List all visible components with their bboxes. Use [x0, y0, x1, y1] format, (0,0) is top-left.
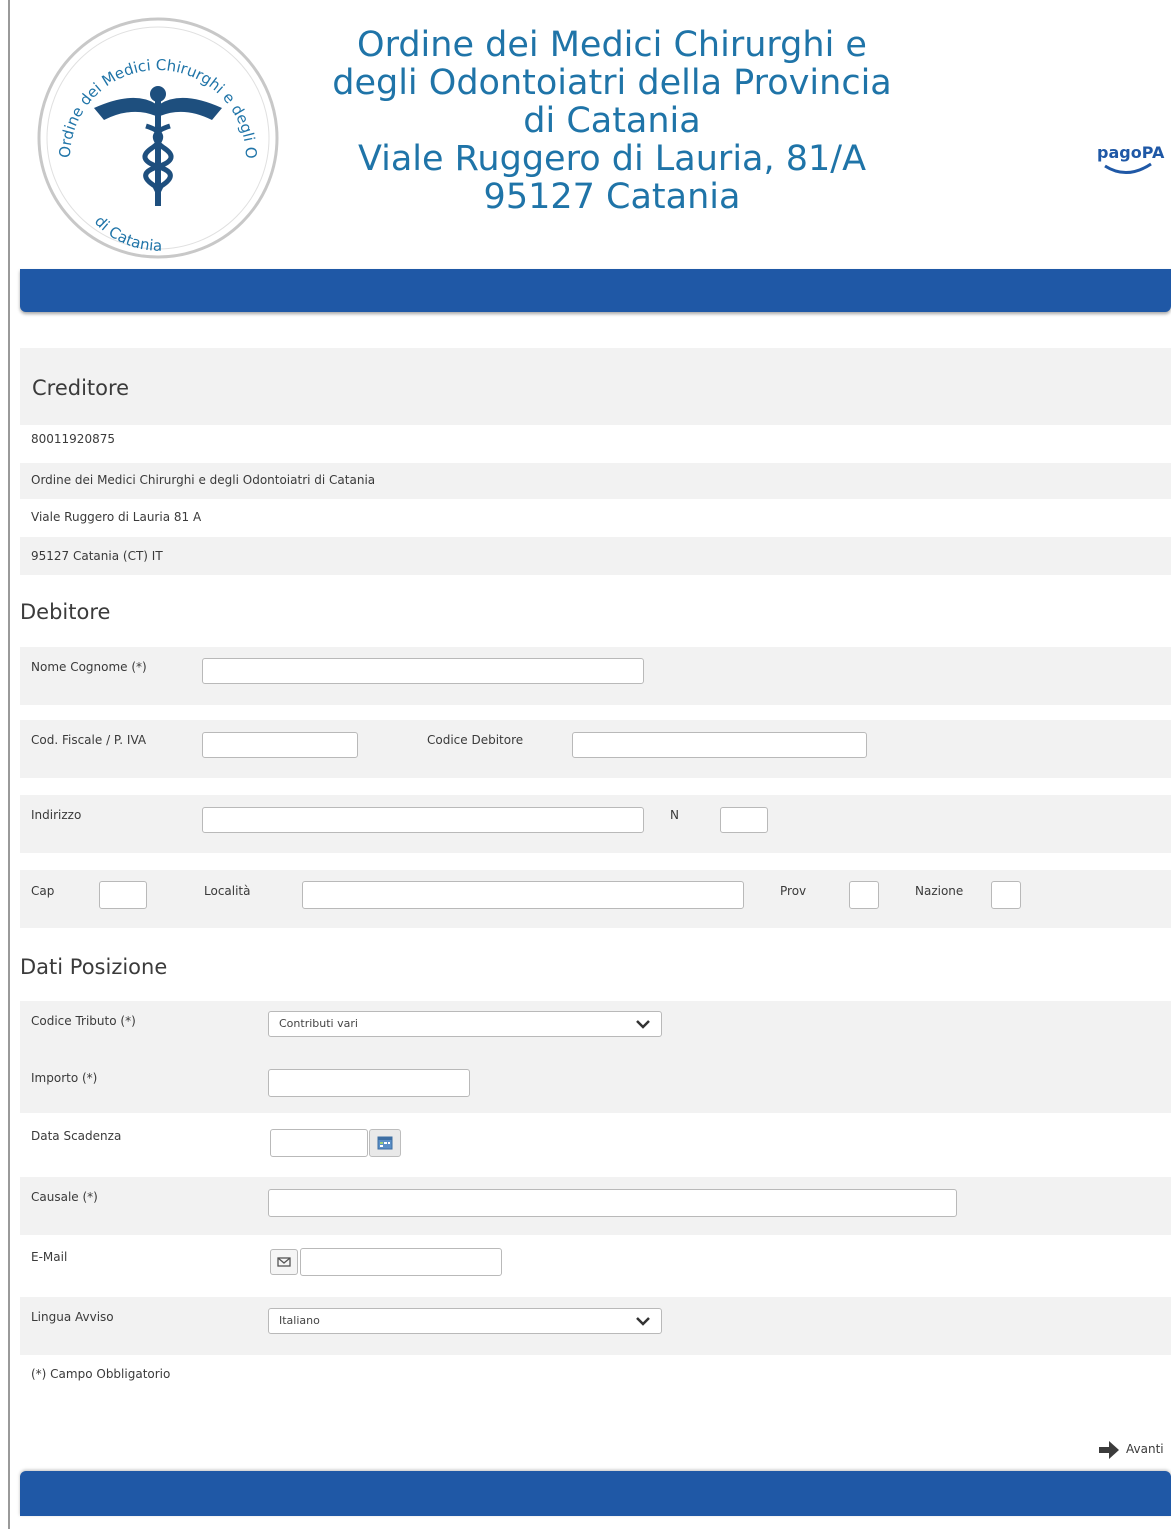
- calendar-button[interactable]: [369, 1129, 401, 1157]
- prov-label: Prov: [780, 884, 807, 898]
- chevron-down-icon: [636, 1317, 650, 1326]
- importo-label: Importo (*): [31, 1071, 98, 1085]
- top-banner: [20, 269, 1171, 312]
- page-left-border: [0, 0, 10, 1529]
- prov-input[interactable]: [849, 881, 879, 909]
- creditore-header: [20, 348, 1171, 425]
- email-input[interactable]: [300, 1248, 502, 1276]
- creditore-cf: 80011920875: [31, 432, 115, 446]
- email-label: E-Mail: [31, 1250, 68, 1264]
- lingua-avviso-value: Italiano: [279, 1314, 320, 1327]
- avanti-button[interactable]: Avanti: [1096, 1437, 1171, 1463]
- dati-posizione-heading: Dati Posizione: [20, 955, 168, 979]
- localita-input[interactable]: [302, 881, 744, 909]
- scadenza-label: Data Scadenza: [31, 1129, 122, 1143]
- indirizzo-label: Indirizzo: [31, 808, 82, 822]
- creditore-name: Ordine dei Medici Chirurghi e degli Odon…: [31, 473, 376, 487]
- envelope-icon: [277, 1257, 291, 1267]
- calendar-icon: [377, 1136, 393, 1150]
- chevron-down-icon: [636, 1020, 650, 1029]
- indirizzo-input[interactable]: [202, 807, 644, 833]
- creditore-address: Viale Ruggero di Lauria 81 A: [31, 510, 202, 524]
- order-seal-logo: Ordine dei Medici Chirurghi e degli Odon…: [34, 8, 279, 259]
- svg-text:pagoPA: pagoPA: [1097, 143, 1165, 162]
- pagopa-logo: pagoPA: [1097, 143, 1165, 174]
- nazione-input[interactable]: [991, 881, 1021, 909]
- arrow-right-icon: [1099, 1441, 1119, 1459]
- bottom-banner: [20, 1471, 1171, 1516]
- debitore-heading: Debitore: [20, 600, 111, 624]
- codice-fiscale-input[interactable]: [202, 732, 358, 758]
- causale-label: Causale (*): [31, 1190, 98, 1204]
- creditore-city: 95127 Catania (CT) IT: [31, 549, 163, 563]
- required-note: (*) Campo Obbligatorio: [31, 1367, 171, 1381]
- nome-label: Nome Cognome (*): [31, 660, 147, 674]
- nome-cognome-input[interactable]: [202, 658, 644, 684]
- creditore-heading: Creditore: [32, 376, 130, 400]
- numero-label: N: [670, 808, 679, 822]
- header: Ordine dei Medici Chirurghi e degli Odon…: [20, 0, 1171, 268]
- lingua-label: Lingua Avviso: [31, 1310, 114, 1324]
- data-scadenza-input[interactable]: [270, 1129, 368, 1157]
- cap-label: Cap: [31, 884, 55, 898]
- cf-label: Cod. Fiscale / P. IVA: [31, 733, 147, 747]
- cap-input[interactable]: [99, 881, 147, 909]
- email-addon: [270, 1249, 298, 1275]
- causale-input[interactable]: [268, 1189, 957, 1217]
- codice-tributo-select[interactable]: Contributi vari: [268, 1011, 662, 1037]
- tributo-label: Codice Tributo (*): [31, 1014, 136, 1028]
- codice-debitore-label: Codice Debitore: [427, 733, 524, 747]
- codice-debitore-input[interactable]: [572, 732, 867, 758]
- avanti-label: Avanti: [1126, 1442, 1164, 1456]
- localita-label: Località: [204, 884, 251, 898]
- page-title: Ordine dei Medici Chirurghi e degli Odon…: [332, 25, 892, 217]
- importo-input[interactable]: [268, 1069, 470, 1097]
- lingua-avviso-select[interactable]: Italiano: [268, 1308, 662, 1334]
- nazione-label: Nazione: [915, 884, 964, 898]
- codice-tributo-value: Contributi vari: [279, 1017, 358, 1030]
- numero-civico-input[interactable]: [720, 807, 768, 833]
